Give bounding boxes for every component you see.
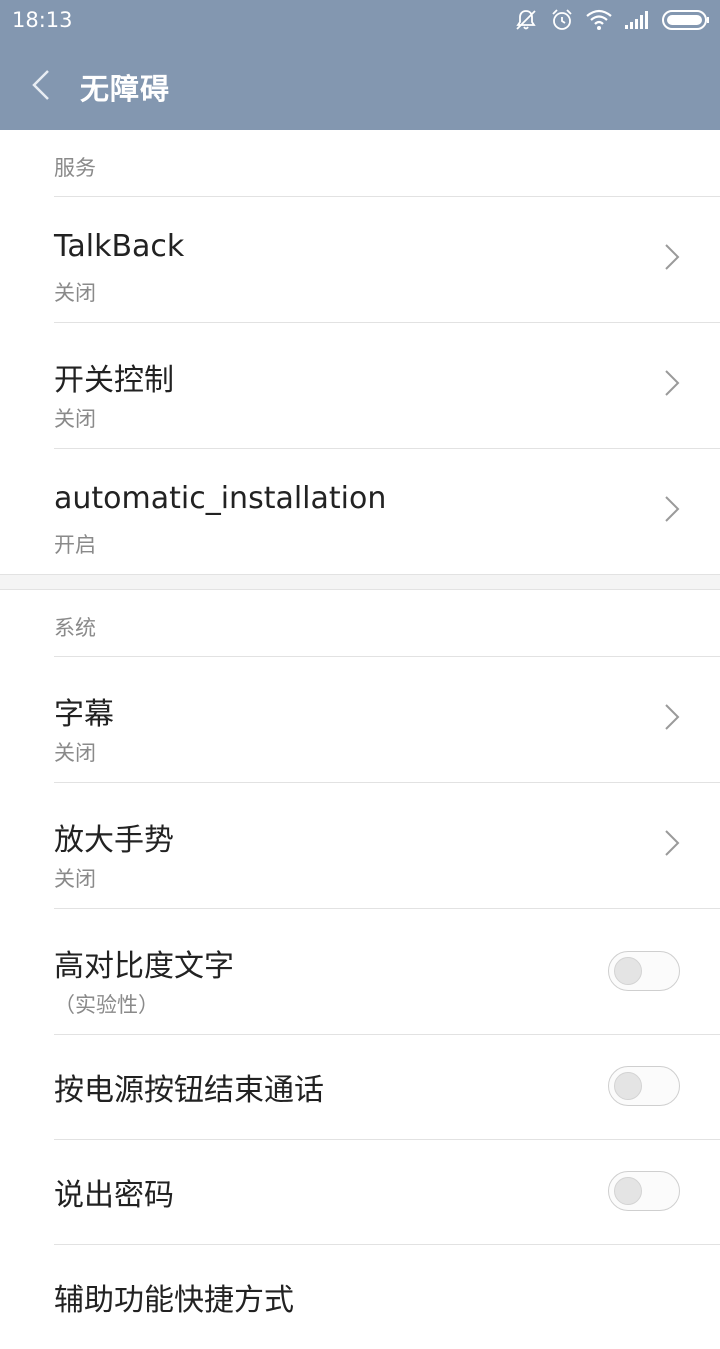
chevron-right-icon xyxy=(665,370,680,396)
page-title: 无障碍 xyxy=(80,72,171,106)
item-title: 放大手势 xyxy=(54,823,174,858)
item-title: TalkBack xyxy=(54,229,185,264)
app-bar: 无障碍 xyxy=(0,40,720,130)
list-item-automatic-installation[interactable]: automatic_installation 开启 xyxy=(54,448,720,574)
toggle-knob xyxy=(614,1072,642,1100)
chevron-right-icon xyxy=(665,830,680,856)
list-item-power-button-ends-call[interactable]: 按电源按钮结束通话 xyxy=(54,1034,720,1139)
section-divider xyxy=(0,574,720,590)
list-item-speak-passwords[interactable]: 说出密码 xyxy=(54,1139,720,1244)
status-icons xyxy=(514,6,710,34)
item-title: 字幕 xyxy=(54,697,114,732)
list-item-switch-access[interactable]: 开关控制 关闭 xyxy=(54,322,720,448)
item-subtitle: 关闭 xyxy=(54,741,96,765)
item-title: 说出密码 xyxy=(54,1178,174,1213)
item-subtitle: 开启 xyxy=(54,533,96,557)
item-title: automatic_installation xyxy=(54,481,387,516)
section-header-system: 系统 xyxy=(54,616,96,640)
list-item-accessibility-shortcut[interactable]: 辅助功能快捷方式 xyxy=(54,1244,720,1349)
item-title: 按电源按钮结束通话 xyxy=(54,1073,324,1108)
item-title: 开关控制 xyxy=(54,363,174,398)
list-item-talkback[interactable]: TalkBack 关闭 xyxy=(54,196,720,322)
section-header-services: 服务 xyxy=(54,156,96,180)
wifi-icon xyxy=(586,9,612,30)
toggle-knob xyxy=(614,1177,642,1205)
chevron-right-icon xyxy=(665,704,680,730)
item-subtitle: 关闭 xyxy=(54,281,96,305)
item-title: 高对比度文字 xyxy=(54,949,234,984)
mute-icon xyxy=(516,10,536,30)
alarm-icon xyxy=(552,9,572,30)
battery-icon xyxy=(662,10,709,30)
chevron-left-icon[interactable] xyxy=(28,67,54,103)
power-button-ends-call-toggle[interactable] xyxy=(608,1066,680,1106)
speak-passwords-toggle[interactable] xyxy=(608,1171,680,1211)
list-item-captions[interactable]: 字幕 关闭 xyxy=(54,656,720,782)
status-bar: 18:13 xyxy=(0,0,720,40)
signal-icon xyxy=(625,11,648,29)
status-time: 18:13 xyxy=(12,8,73,32)
item-subtitle: （实验性） xyxy=(54,993,159,1017)
list-item-magnification-gestures[interactable]: 放大手势 关闭 xyxy=(54,782,720,908)
high-contrast-toggle[interactable] xyxy=(608,951,680,991)
item-subtitle: 关闭 xyxy=(54,867,96,891)
chevron-right-icon xyxy=(665,496,680,522)
item-subtitle: 关闭 xyxy=(54,407,96,431)
item-title: 辅助功能快捷方式 xyxy=(54,1283,294,1318)
settings-list: 服务 TalkBack 关闭 开关控制 关闭 automatic_install… xyxy=(0,130,720,1349)
toggle-knob xyxy=(614,957,642,985)
list-item-high-contrast-text[interactable]: 高对比度文字 （实验性） xyxy=(54,908,720,1034)
chevron-right-icon xyxy=(665,244,680,270)
